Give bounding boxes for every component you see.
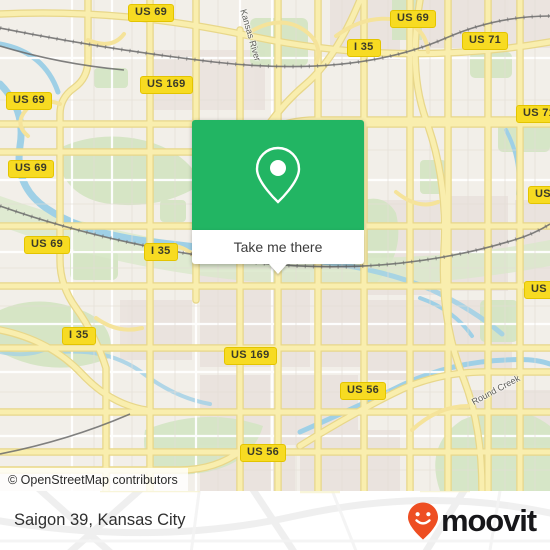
location-popup[interactable]: Take me there [192, 120, 364, 274]
moovit-map-screen: Kansas River Round Creek US 69 US 69 US … [0, 0, 550, 550]
highway-shield-us69[interactable]: US 69 [6, 92, 53, 110]
highway-shield-us-clipped[interactable]: US [528, 186, 550, 204]
highway-shield-us56[interactable]: US 56 [340, 382, 387, 400]
map-canvas[interactable]: Kansas River Round Creek US 69 US 69 US … [0, 0, 550, 491]
moovit-wordmark: moovit [440, 503, 537, 538]
place-title: Saigon 39, Kansas City [14, 511, 186, 529]
popup-image-placeholder [192, 120, 364, 230]
highway-shield-us69[interactable]: US 69 [24, 236, 71, 254]
highway-shield-us69[interactable]: US 69 [128, 4, 175, 22]
highway-shield-us69[interactable]: US 69 [8, 160, 55, 178]
highway-shield-us169[interactable]: US 169 [224, 347, 277, 365]
highway-shield-i35[interactable]: I 35 [347, 39, 381, 57]
highway-shield-i35[interactable]: I 35 [144, 243, 178, 261]
take-me-there-button[interactable]: Take me there [192, 230, 364, 274]
map-attribution[interactable]: © OpenStreetMap contributors [0, 468, 188, 491]
highway-shield-us69[interactable]: US 69 [390, 10, 437, 28]
highway-shield-us71[interactable]: US 71 [516, 105, 550, 123]
highway-shield-us71[interactable]: US 71 [462, 32, 509, 50]
popup-pointer-tail [269, 264, 287, 274]
highway-shield-us56[interactable]: US 56 [240, 444, 287, 462]
highway-shield-us169[interactable]: US 169 [140, 76, 193, 94]
highway-shield-us71-clipped[interactable]: US 7 [524, 281, 550, 299]
footer-bar: Saigon 39, Kansas City moovit [0, 491, 550, 550]
map-pin-icon [255, 146, 301, 204]
moovit-logo[interactable]: moovit [406, 501, 537, 541]
highway-shield-i35[interactable]: I 35 [62, 327, 96, 345]
take-me-there-label: Take me there [233, 239, 323, 255]
moovit-pin-smile-icon [407, 502, 438, 539]
attribution-text: © OpenStreetMap contributors [8, 472, 178, 487]
